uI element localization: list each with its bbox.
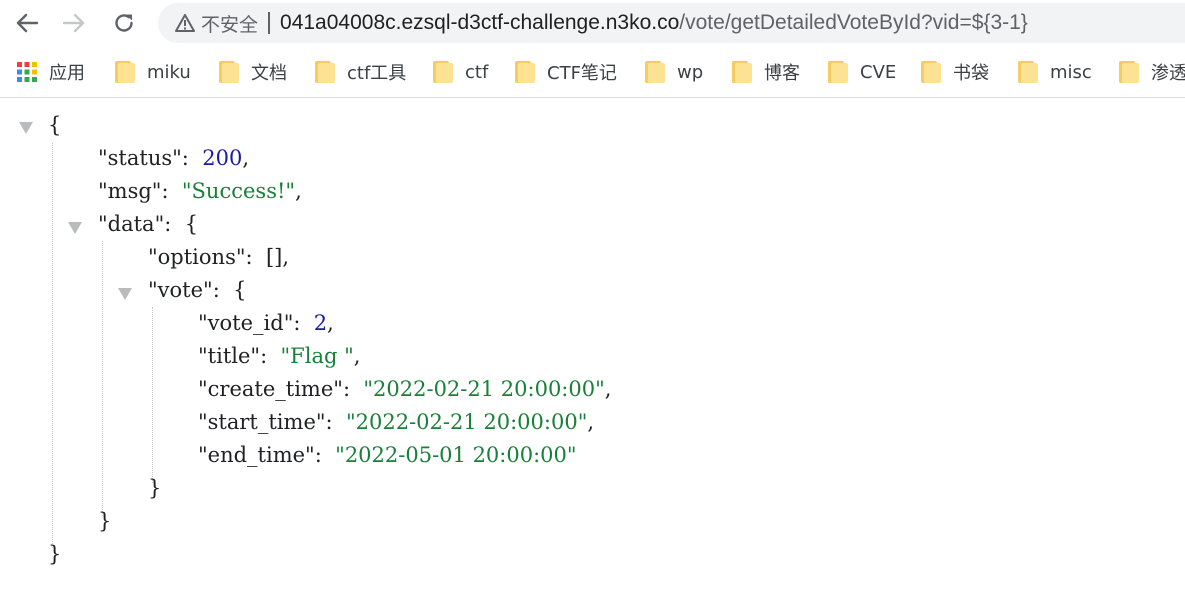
bookmark-folder-docs[interactable]: 文档	[219, 58, 287, 86]
json-key: "start_time"	[198, 410, 326, 434]
bookmark-folder-pentest[interactable]: 渗透	[1119, 58, 1185, 86]
bookmark-label: 文档	[251, 63, 287, 84]
folder-icon	[515, 61, 535, 83]
collapse-toggle-icon[interactable]	[19, 122, 33, 134]
bookmark-label: miku	[147, 61, 191, 83]
reload-icon	[115, 14, 133, 32]
json-root-close: }	[48, 542, 62, 566]
collapse-toggle-icon[interactable]	[68, 222, 82, 234]
json-line-status: "status": 200,	[98, 146, 250, 170]
bookmark-folder-blog[interactable]: 博客	[732, 58, 800, 86]
json-key: "end_time"	[198, 443, 315, 467]
folder-icon	[828, 61, 848, 83]
json-line-vote: "vote": {	[148, 278, 247, 302]
json-key: "vote_id"	[198, 311, 294, 335]
bookmark-label: 渗透	[1151, 63, 1185, 84]
folder-icon	[219, 61, 239, 83]
address-bar[interactable]: 不安全 041a04008c.ezsql-d3ctf-challenge.n3k…	[158, 3, 1185, 43]
warning-icon[interactable]	[175, 14, 195, 32]
bookmark-folder-misc[interactable]: misc	[1018, 58, 1092, 86]
json-value: "2022-02-21 20:00:00"	[363, 377, 605, 401]
folder-icon	[115, 61, 135, 83]
folder-icon	[732, 61, 752, 83]
json-key: "options"	[148, 245, 246, 269]
json-line-create-time: "create_time": "2022-02-21 20:00:00",	[198, 377, 612, 401]
bookmark-folder-ctf-tools[interactable]: ctf工具	[315, 58, 406, 86]
back-button[interactable]	[11, 8, 43, 38]
json-key: "data"	[98, 212, 165, 236]
folder-icon	[921, 61, 941, 83]
url-text[interactable]: 041a04008c.ezsql-d3ctf-challenge.n3ko.co…	[280, 11, 1028, 35]
json-key: "create_time"	[198, 377, 343, 401]
folder-icon	[315, 61, 335, 83]
reload-button[interactable]	[108, 8, 140, 38]
json-viewer: { "status": 200, "msg": "Success!", "dat…	[0, 98, 1185, 612]
forward-button[interactable]	[58, 8, 90, 38]
bookmark-folder-wp[interactable]: wp	[645, 58, 703, 86]
folder-icon	[433, 61, 453, 83]
security-label[interactable]: 不安全	[201, 10, 258, 37]
collapse-toggle-icon[interactable]	[118, 288, 132, 300]
apps-grid-icon	[17, 62, 37, 82]
url-host: 041a04008c.ezsql-d3ctf-challenge.n3ko.co	[280, 11, 680, 34]
bookmark-label: ctf工具	[347, 63, 407, 84]
json-line-vote-id: "vote_id": 2,	[198, 311, 334, 335]
json-value: 200	[202, 146, 243, 170]
forward-arrow-icon	[63, 13, 85, 33]
json-line-end-time: "end_time": "2022-05-01 20:00:00"	[198, 443, 577, 467]
json-value: []	[265, 245, 283, 269]
indent-guide	[152, 307, 153, 483]
json-root-open: {	[48, 113, 62, 137]
url-path: /vote/getDetailedVoteById?vid=${3-1}	[679, 11, 1028, 34]
bookmark-folder-bookbag[interactable]: 书袋	[921, 58, 989, 86]
json-line-title: "title": "Flag ",	[198, 344, 361, 368]
bookmark-folder-miku[interactable]: miku	[115, 58, 191, 86]
bookmark-apps[interactable]: 应用	[17, 58, 85, 86]
json-line-data: "data": {	[98, 212, 199, 236]
folder-icon	[1018, 61, 1038, 83]
json-line-msg: "msg": "Success!",	[98, 179, 302, 203]
json-vote-close: }	[148, 476, 162, 500]
bookmark-label: 应用	[49, 63, 85, 84]
bookmark-folder-cve[interactable]: CVE	[828, 58, 896, 86]
bookmark-label: ctf	[465, 61, 489, 83]
json-key: "msg"	[98, 179, 162, 203]
json-key: "title"	[198, 344, 261, 368]
bookmark-label: misc	[1050, 61, 1092, 83]
bookmarks-bar: 应用 miku 文档 ctf工具 ctf CTF笔记 wp 博客 CVE 书袋 …	[0, 50, 1185, 94]
indent-guide	[52, 143, 53, 548]
json-value: "Success!"	[181, 179, 296, 203]
json-value: 2	[313, 311, 328, 335]
json-line-options: "options": [],	[148, 245, 290, 269]
json-key: "vote"	[148, 278, 213, 302]
bookmark-label: 书袋	[953, 63, 989, 84]
bookmark-label: 博客	[764, 63, 800, 84]
json-data-close: }	[98, 509, 112, 533]
bookmark-label: CVE	[860, 61, 897, 83]
indent-guide	[102, 241, 103, 516]
browser-toolbar: 不安全 041a04008c.ezsql-d3ctf-challenge.n3k…	[0, 0, 1185, 46]
folder-icon	[645, 61, 665, 83]
back-arrow-icon	[16, 13, 38, 33]
json-key: "status"	[98, 146, 182, 170]
json-value: "2022-02-21 20:00:00"	[345, 410, 588, 434]
bookmark-folder-ctf[interactable]: ctf	[433, 58, 488, 86]
bookmark-folder-ctf-notes[interactable]: CTF笔记	[515, 58, 617, 86]
json-value: "Flag "	[280, 344, 354, 368]
address-separator	[268, 12, 271, 34]
folder-icon	[1119, 61, 1139, 83]
bookmark-label: wp	[677, 61, 704, 83]
json-line-start-time: "start_time": "2022-02-21 20:00:00",	[198, 410, 595, 434]
bookmark-label: CTF笔记	[547, 63, 617, 84]
json-value: "2022-05-01 20:00:00"	[335, 443, 577, 467]
